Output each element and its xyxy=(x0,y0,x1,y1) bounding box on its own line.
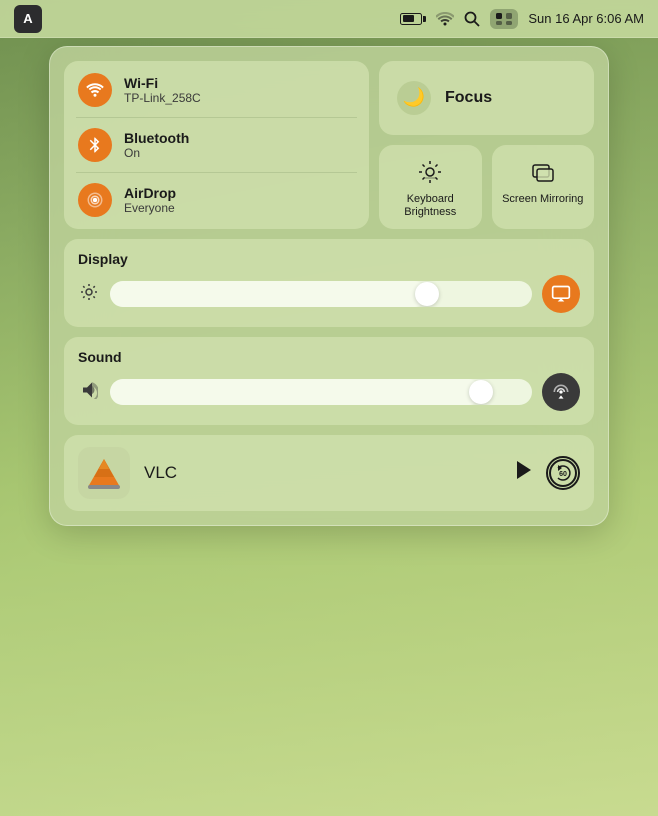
focus-tile[interactable]: 🌙 Focus xyxy=(379,61,594,135)
wifi-item[interactable]: Wi-Fi TP-Link_258C xyxy=(78,73,355,107)
top-row: Wi-Fi TP-Link_258C Bluetooth On xyxy=(64,61,594,229)
menubar: A xyxy=(0,0,658,38)
focus-icon: 🌙 xyxy=(397,81,431,115)
vlc-app-name: VLC xyxy=(144,463,498,483)
sound-slider-track[interactable] xyxy=(110,379,532,405)
display-label: Display xyxy=(78,251,580,267)
connectivity-panel: Wi-Fi TP-Link_258C Bluetooth On xyxy=(64,61,369,229)
sound-slider-icon xyxy=(78,381,100,404)
screen-mirroring-icon xyxy=(528,157,558,187)
bluetooth-icon xyxy=(78,128,112,162)
vlc-icon xyxy=(78,447,130,499)
svg-text:60: 60 xyxy=(559,471,567,478)
vlc-skip-button[interactable]: 60 xyxy=(546,456,580,490)
wifi-menubar-icon[interactable] xyxy=(436,12,454,26)
airdrop-text: AirDrop Everyone xyxy=(124,185,176,215)
search-menubar-icon[interactable] xyxy=(464,11,480,27)
wifi-text: Wi-Fi TP-Link_258C xyxy=(124,75,201,105)
divider-1 xyxy=(76,117,357,118)
control-center-icon[interactable] xyxy=(490,9,518,29)
small-tiles-row: Keyboard Brightness Screen Mirroring xyxy=(379,145,594,229)
battery-icon xyxy=(400,13,426,25)
display-airplay-button[interactable] xyxy=(542,275,580,313)
display-panel: Display xyxy=(64,239,594,327)
sound-slider-row xyxy=(78,373,580,411)
keyboard-brightness-tile[interactable]: Keyboard Brightness xyxy=(379,145,482,229)
vlc-panel: VLC 60 xyxy=(64,435,594,511)
divider-2 xyxy=(76,172,357,173)
menubar-right: Sun 16 Apr 6:06 AM xyxy=(400,9,644,29)
user-avatar[interactable]: A xyxy=(14,5,42,33)
bluetooth-item[interactable]: Bluetooth On xyxy=(78,128,355,162)
airdrop-icon xyxy=(78,183,112,217)
menubar-left: A xyxy=(14,5,42,33)
bluetooth-text: Bluetooth On xyxy=(124,130,189,160)
wifi-icon xyxy=(78,73,112,107)
vlc-play-button[interactable] xyxy=(512,459,534,487)
display-slider-track[interactable] xyxy=(110,281,532,307)
sound-panel: Sound xyxy=(64,337,594,425)
control-center-panel: Wi-Fi TP-Link_258C Bluetooth On xyxy=(49,46,609,526)
airdrop-item[interactable]: AirDrop Everyone xyxy=(78,183,355,217)
vlc-controls: 60 xyxy=(512,456,580,490)
screen-mirroring-tile[interactable]: Screen Mirroring xyxy=(492,145,595,229)
quick-tiles: 🌙 Focus xyxy=(379,61,594,229)
menubar-time: Sun 16 Apr 6:06 AM xyxy=(528,11,644,26)
display-slider-row xyxy=(78,275,580,313)
keyboard-brightness-icon xyxy=(415,157,445,187)
display-slider-icon xyxy=(78,283,100,306)
sound-label: Sound xyxy=(78,349,580,365)
sound-airplay-button[interactable] xyxy=(542,373,580,411)
